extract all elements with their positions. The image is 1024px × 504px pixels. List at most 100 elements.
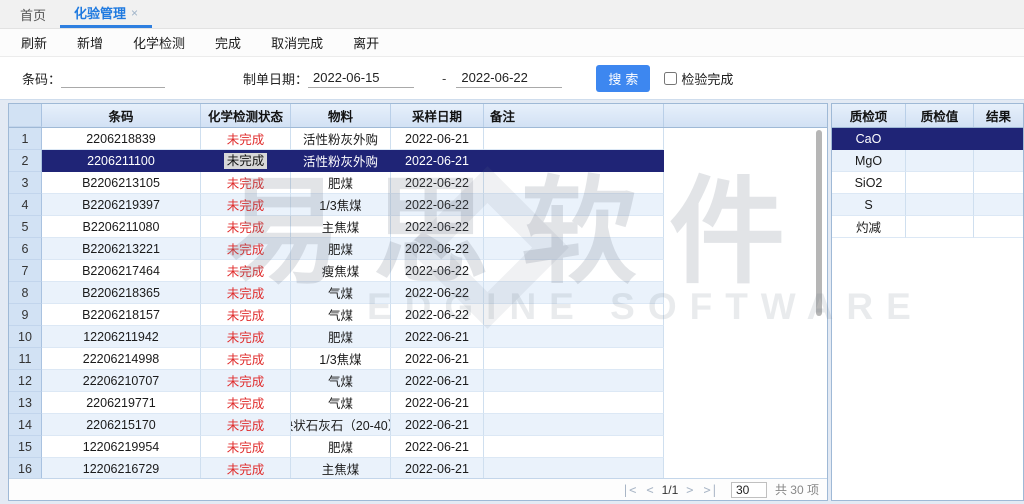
sample-date-cell[interactable]: 2022-06-21 — [391, 436, 484, 458]
material-cell[interactable]: 气煤 — [291, 304, 391, 326]
table-row[interactable]: 1222206210707未完成气煤2022-06-21 — [9, 370, 827, 392]
barcode-cell[interactable]: B2206218157 — [42, 304, 201, 326]
page-size-input[interactable] — [731, 482, 767, 498]
status-cell[interactable]: 未完成 — [201, 414, 291, 436]
sample-date-cell[interactable]: 2022-06-22 — [391, 216, 484, 238]
header-material[interactable]: 物料 — [291, 104, 391, 127]
table-row[interactable]: 4B2206219397未完成1/3焦煤2022-06-22 — [9, 194, 827, 216]
header-chem-status[interactable]: 化学检测状态 — [201, 104, 291, 127]
table-row[interactable]: 22206211100未完成活性粉灰外购2022-06-21 — [9, 150, 827, 172]
qc-result-cell[interactable] — [974, 150, 1023, 172]
toolbar-button-4[interactable]: 取消完成 — [256, 33, 338, 52]
table-row[interactable]: 8B2206218365未完成气煤2022-06-22 — [9, 282, 827, 304]
remark-cell[interactable] — [484, 370, 664, 392]
status-cell[interactable]: 未完成 — [201, 172, 291, 194]
table-row[interactable]: 6B2206213221未完成肥煤2022-06-22 — [9, 238, 827, 260]
status-cell[interactable]: 未完成 — [201, 458, 291, 480]
status-cell[interactable]: 未完成 — [201, 260, 291, 282]
toolbar-button-2[interactable]: 化学检测 — [118, 33, 200, 52]
tab-close-icon[interactable]: × — [131, 6, 138, 20]
status-cell[interactable]: 未完成 — [201, 128, 291, 150]
table-row[interactable]: 142206215170未完成块状石灰石（20-40）2022-06-21 — [9, 414, 827, 436]
status-cell[interactable]: 未完成 — [201, 282, 291, 304]
barcode-cell[interactable]: 2206219771 — [42, 392, 201, 414]
qc-table-row[interactable]: SiO2 — [832, 172, 1023, 194]
remark-cell[interactable] — [484, 282, 664, 304]
sample-date-cell[interactable]: 2022-06-22 — [391, 304, 484, 326]
qc-value-cell[interactable] — [906, 216, 974, 238]
barcode-cell[interactable]: 2206215170 — [42, 414, 201, 436]
qc-value-cell[interactable] — [906, 128, 974, 150]
qc-result-cell[interactable] — [974, 216, 1023, 238]
barcode-cell[interactable]: B2206217464 — [42, 260, 201, 282]
sample-date-cell[interactable]: 2022-06-21 — [391, 128, 484, 150]
remark-cell[interactable] — [484, 392, 664, 414]
qc-result-cell[interactable] — [974, 128, 1023, 150]
barcode-cell[interactable]: B2206218365 — [42, 282, 201, 304]
barcode-cell[interactable]: 22206214998 — [42, 348, 201, 370]
header-qc-result[interactable]: 结果 — [974, 104, 1023, 127]
remark-cell[interactable] — [484, 436, 664, 458]
toolbar-button-1[interactable]: 新增 — [62, 33, 118, 52]
sample-date-cell[interactable]: 2022-06-21 — [391, 392, 484, 414]
qc-value-cell[interactable] — [906, 150, 974, 172]
toolbar-button-5[interactable]: 离开 — [338, 33, 394, 52]
material-cell[interactable]: 瘦焦煤 — [291, 260, 391, 282]
remark-cell[interactable] — [484, 172, 664, 194]
status-cell[interactable]: 未完成 — [201, 326, 291, 348]
material-cell[interactable]: 气煤 — [291, 370, 391, 392]
status-cell[interactable]: 未完成 — [201, 370, 291, 392]
material-cell[interactable]: 肥煤 — [291, 436, 391, 458]
table-row[interactable]: 3B2206213105未完成肥煤2022-06-22 — [9, 172, 827, 194]
table-row[interactable]: 5B2206211080未完成主焦煤2022-06-22 — [9, 216, 827, 238]
status-cell[interactable]: 未完成 — [201, 392, 291, 414]
table-row[interactable]: 1512206219954未完成肥煤2022-06-21 — [9, 436, 827, 458]
header-qc-item[interactable]: 质检项 — [832, 104, 906, 127]
barcode-cell[interactable]: 12206211942 — [42, 326, 201, 348]
header-qc-value[interactable]: 质检值 — [906, 104, 974, 127]
qc-item-cell[interactable]: MgO — [832, 150, 906, 172]
barcode-cell[interactable]: 12206216729 — [42, 458, 201, 480]
barcode-cell[interactable]: 12206219954 — [42, 436, 201, 458]
material-cell[interactable]: 主焦煤 — [291, 216, 391, 238]
sample-date-cell[interactable]: 2022-06-21 — [391, 326, 484, 348]
qc-item-cell[interactable]: S — [832, 194, 906, 216]
qc-result-cell[interactable] — [974, 172, 1023, 194]
material-cell[interactable]: 活性粉灰外购 — [291, 150, 391, 172]
remark-cell[interactable] — [484, 260, 664, 282]
sample-date-cell[interactable]: 2022-06-21 — [391, 150, 484, 172]
sample-date-cell[interactable]: 2022-06-21 — [391, 414, 484, 436]
sample-date-cell[interactable]: 2022-06-22 — [391, 260, 484, 282]
qc-item-cell[interactable]: 灼减 — [832, 216, 906, 238]
material-cell[interactable]: 肥煤 — [291, 238, 391, 260]
qc-item-cell[interactable]: SiO2 — [832, 172, 906, 194]
date-from-input[interactable] — [308, 69, 414, 88]
material-cell[interactable]: 气煤 — [291, 282, 391, 304]
status-cell[interactable]: 未完成 — [201, 216, 291, 238]
qc-item-cell[interactable]: CaO — [832, 128, 906, 150]
material-cell[interactable]: 肥煤 — [291, 172, 391, 194]
table-row[interactable]: 1612206216729未完成主焦煤2022-06-21 — [9, 458, 827, 480]
material-cell[interactable]: 气煤 — [291, 392, 391, 414]
status-cell[interactable]: 未完成 — [201, 238, 291, 260]
barcode-cell[interactable]: 2206211100 — [42, 150, 201, 172]
table-row[interactable]: 12206218839未完成活性粉灰外购2022-06-21 — [9, 128, 827, 150]
material-cell[interactable]: 活性粉灰外购 — [291, 128, 391, 150]
sample-date-cell[interactable]: 2022-06-22 — [391, 172, 484, 194]
remark-cell[interactable] — [484, 128, 664, 150]
header-barcode[interactable]: 条码 — [42, 104, 201, 127]
remark-cell[interactable] — [484, 326, 664, 348]
qc-value-cell[interactable] — [906, 194, 974, 216]
material-cell[interactable]: 主焦煤 — [291, 458, 391, 480]
barcode-input[interactable] — [61, 69, 165, 88]
toolbar-button-0[interactable]: 刷新 — [6, 33, 62, 52]
table-row[interactable]: 132206219771未完成气煤2022-06-21 — [9, 392, 827, 414]
header-sample-date[interactable]: 采样日期 — [391, 104, 484, 127]
next-page-icon[interactable]: > — [686, 483, 693, 497]
remark-cell[interactable] — [484, 414, 664, 436]
sample-date-cell[interactable]: 2022-06-21 — [391, 458, 484, 480]
remark-cell[interactable] — [484, 216, 664, 238]
status-cell[interactable]: 未完成 — [201, 194, 291, 216]
status-cell[interactable]: 未完成 — [201, 436, 291, 458]
last-page-icon[interactable]: >| — [704, 483, 718, 497]
